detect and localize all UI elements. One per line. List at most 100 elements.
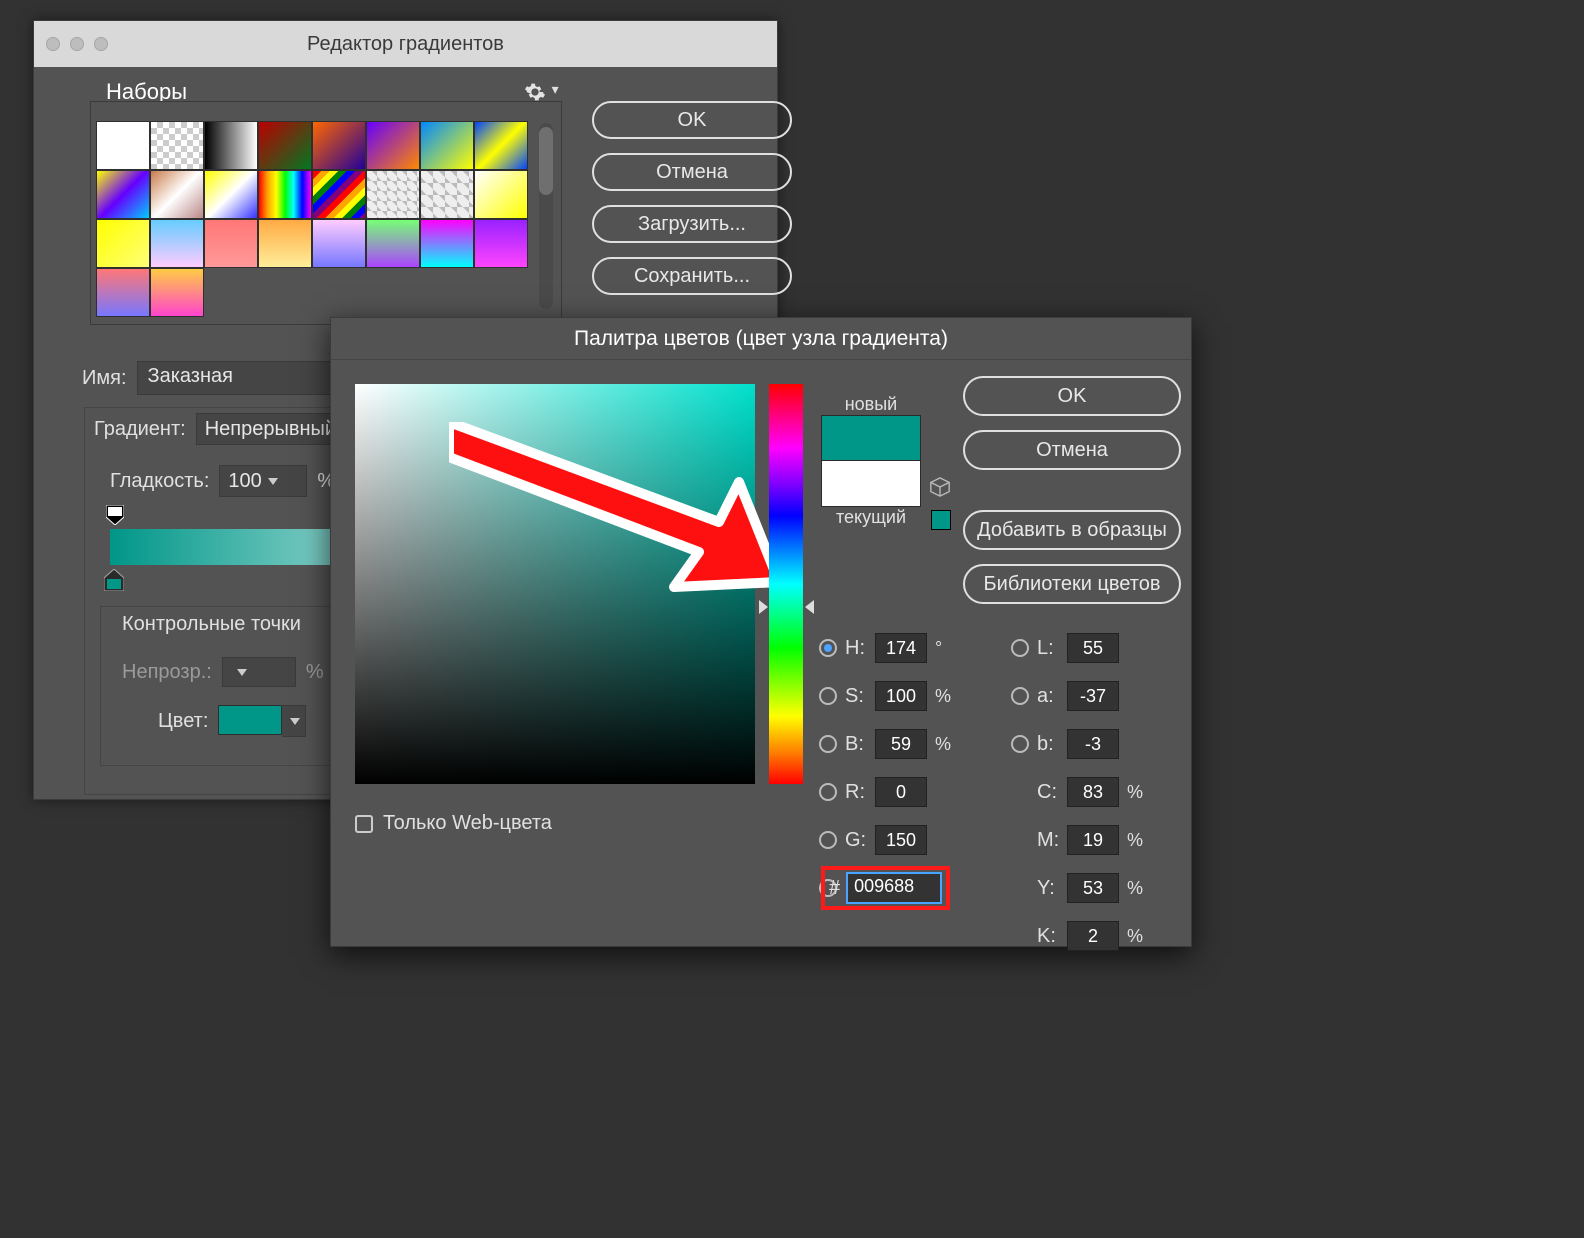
preset-swatch[interactable] <box>420 170 474 219</box>
hex-highlight: # 009688 <box>821 866 950 910</box>
preset-swatch[interactable] <box>258 170 312 219</box>
lab-a-input[interactable]: -37 <box>1067 681 1119 711</box>
lab-a-radio[interactable] <box>1011 687 1029 705</box>
label-a: a: <box>1037 685 1059 708</box>
percent-unit: % <box>1127 830 1143 851</box>
percent-unit: % <box>1127 782 1143 803</box>
percent-unit: % <box>1127 926 1143 947</box>
percent-unit: % <box>935 734 951 755</box>
gradient-type-label: Градиент: <box>94 418 186 441</box>
web-only-label: Только Web-цвета <box>383 812 552 835</box>
smoothness-input[interactable]: 100 <box>219 465 307 497</box>
preset-swatch[interactable] <box>96 219 150 268</box>
save-button[interactable]: Сохранить... <box>592 257 792 295</box>
green-input[interactable]: 150 <box>875 825 927 855</box>
stop-color-dropdown[interactable] <box>282 705 306 737</box>
chevron-down-icon <box>290 718 300 725</box>
green-radio[interactable] <box>819 831 837 849</box>
hue-radio[interactable] <box>819 639 837 657</box>
label-labb: b: <box>1037 733 1059 756</box>
label-m: M: <box>1037 829 1059 852</box>
preset-swatch[interactable] <box>474 219 528 268</box>
lab-l-input[interactable]: 55 <box>1067 633 1119 663</box>
brightness-input[interactable]: 59 <box>875 729 927 759</box>
hue-slider[interactable] <box>769 384 803 784</box>
black-input[interactable]: 2 <box>1067 921 1119 951</box>
current-color-label: текущий <box>821 507 921 528</box>
preset-swatch[interactable] <box>150 121 204 170</box>
new-color-label: новый <box>821 394 921 415</box>
smoothness-label: Гладкость: <box>110 470 209 493</box>
hue-indicator-right-icon <box>805 600 814 614</box>
color-field[interactable] <box>355 384 755 784</box>
preset-swatch[interactable] <box>150 268 204 317</box>
color-stop[interactable] <box>104 569 124 591</box>
color-field-cursor[interactable] <box>741 548 759 566</box>
preset-swatch[interactable] <box>258 121 312 170</box>
cancel-button[interactable]: Отмена <box>592 153 792 191</box>
preset-swatch[interactable] <box>312 170 366 219</box>
lab-b-input[interactable]: -3 <box>1067 729 1119 759</box>
opacity-stop[interactable] <box>106 505 124 525</box>
preset-swatch[interactable] <box>150 170 204 219</box>
scroll-thumb[interactable] <box>539 127 553 195</box>
label-r: R: <box>845 781 867 804</box>
gamut-warning-icon[interactable] <box>929 476 951 504</box>
red-input[interactable]: 0 <box>875 777 927 807</box>
preset-swatch[interactable] <box>312 219 366 268</box>
color-libraries-button[interactable]: Библиотеки цветов <box>963 564 1181 604</box>
preset-swatch[interactable] <box>420 121 474 170</box>
saturation-radio[interactable] <box>819 687 837 705</box>
percent-unit: % <box>1127 878 1143 899</box>
saturation-input[interactable]: 100 <box>875 681 927 711</box>
preset-swatch[interactable] <box>96 170 150 219</box>
preset-swatch[interactable] <box>366 219 420 268</box>
label-k: K: <box>1037 925 1059 948</box>
presets-scrollbar[interactable] <box>539 123 553 309</box>
preset-swatch[interactable] <box>366 121 420 170</box>
add-to-swatches-button[interactable]: Добавить в образцы <box>963 510 1181 550</box>
web-only-checkbox[interactable] <box>355 815 373 833</box>
chevron-down-icon <box>268 478 278 485</box>
hue-input[interactable]: 174 <box>875 633 927 663</box>
control-points-title: Контрольные точки <box>122 613 301 636</box>
label-h: H: <box>845 637 867 660</box>
lab-b-radio[interactable] <box>1011 735 1029 753</box>
preset-swatch[interactable] <box>150 219 204 268</box>
preset-swatch[interactable] <box>204 219 258 268</box>
degree-unit: ° <box>935 638 951 659</box>
preset-swatch[interactable] <box>420 219 474 268</box>
color-label: Цвет: <box>158 710 208 733</box>
stop-color-swatch[interactable] <box>218 705 282 735</box>
yellow-input[interactable]: 53 <box>1067 873 1119 903</box>
gear-icon <box>524 81 546 103</box>
cyan-input[interactable]: 83 <box>1067 777 1119 807</box>
preset-swatch[interactable] <box>204 121 258 170</box>
current-color-swatch[interactable] <box>821 461 921 507</box>
brightness-radio[interactable] <box>819 735 837 753</box>
preset-swatch[interactable] <box>258 219 312 268</box>
preset-swatch[interactable] <box>96 121 150 170</box>
label-b: B: <box>845 733 867 756</box>
ok-button[interactable]: OK <box>592 101 792 139</box>
opacity-unit: % <box>306 661 324 684</box>
hex-input[interactable]: 009688 <box>846 872 942 904</box>
preset-swatch[interactable] <box>366 170 420 219</box>
gradient-editor-title: Редактор градиентов <box>34 33 777 56</box>
preset-swatch[interactable] <box>96 268 150 317</box>
preset-swatch[interactable] <box>312 121 366 170</box>
preset-swatch[interactable] <box>474 121 528 170</box>
nearest-web-safe-swatch[interactable] <box>931 510 951 530</box>
color-picker-ok-button[interactable]: OK <box>963 376 1181 416</box>
opacity-input[interactable] <box>222 657 296 687</box>
preset-swatch[interactable] <box>204 170 258 219</box>
lab-l-radio[interactable] <box>1011 639 1029 657</box>
red-radio[interactable] <box>819 783 837 801</box>
load-button[interactable]: Загрузить... <box>592 205 792 243</box>
magenta-input[interactable]: 19 <box>1067 825 1119 855</box>
gradient-editor-titlebar: Редактор градиентов <box>34 21 777 67</box>
color-picker-cancel-button[interactable]: Отмена <box>963 430 1181 470</box>
presets-grid <box>96 121 528 317</box>
chevron-down-icon <box>237 669 247 676</box>
preset-swatch[interactable] <box>474 170 528 219</box>
